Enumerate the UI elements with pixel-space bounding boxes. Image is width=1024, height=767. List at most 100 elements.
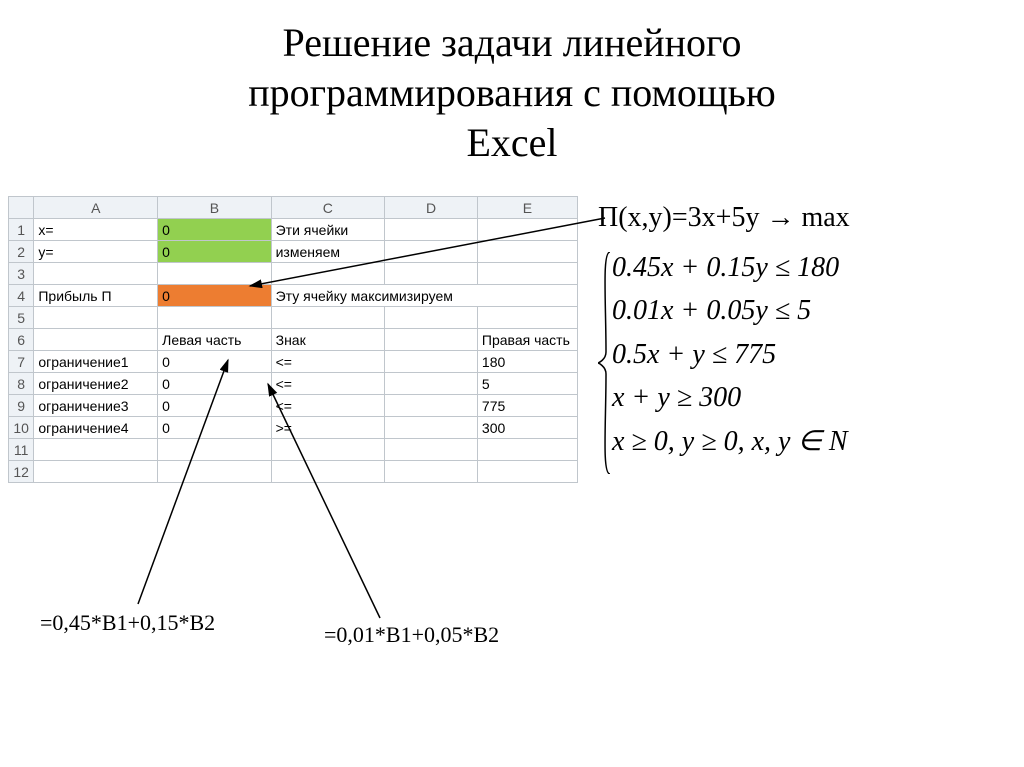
cell[interactable]	[477, 219, 577, 241]
constraint: 0.01x + 0.05y ≤ 5	[612, 289, 848, 332]
objective-max: max	[801, 202, 849, 233]
row-header[interactable]: 9	[9, 395, 34, 417]
cell[interactable]	[385, 417, 478, 439]
cell[interactable]	[34, 263, 158, 285]
cell[interactable]	[385, 461, 478, 483]
cell[interactable]: Эти ячейки	[271, 219, 384, 241]
table-row: 12	[9, 461, 578, 483]
table-row: 8ограничение20<= 5	[9, 373, 578, 395]
cell[interactable]: 775	[477, 395, 577, 417]
title-line: Решение задачи линейного	[283, 20, 742, 65]
cell[interactable]: 0	[158, 219, 271, 241]
row-header[interactable]: 6	[9, 329, 34, 351]
cell[interactable]	[271, 307, 384, 329]
row-header[interactable]: 12	[9, 461, 34, 483]
cell[interactable]	[271, 439, 384, 461]
cell[interactable]: ограничение1	[34, 351, 158, 373]
cell[interactable]	[34, 329, 158, 351]
cell[interactable]	[158, 263, 271, 285]
cell[interactable]	[385, 241, 478, 263]
cell[interactable]	[385, 395, 478, 417]
arrow-icon: →	[759, 202, 801, 233]
cell[interactable]	[385, 329, 478, 351]
cell[interactable]	[477, 461, 577, 483]
cell[interactable]: изменяем	[271, 241, 384, 263]
cell[interactable]	[477, 263, 577, 285]
cell[interactable]	[271, 263, 384, 285]
cell[interactable]	[477, 439, 577, 461]
brace-icon	[598, 252, 612, 474]
cell[interactable]: 0	[158, 373, 271, 395]
cell[interactable]	[34, 307, 158, 329]
cell[interactable]: 300	[477, 417, 577, 439]
table-row: 2y=0изменяем	[9, 241, 578, 263]
cell[interactable]	[385, 263, 478, 285]
cell[interactable]	[385, 351, 478, 373]
cell[interactable]: x=	[34, 219, 158, 241]
table-row: 6 Левая частьЗнак Правая часть	[9, 329, 578, 351]
col-header[interactable]: A	[34, 197, 158, 219]
row-header[interactable]: 5	[9, 307, 34, 329]
table-row: 4Прибыль П0Эту ячейку максимизируем	[9, 285, 578, 307]
col-header[interactable]: B	[158, 197, 271, 219]
cell[interactable]: ограничение3	[34, 395, 158, 417]
cell[interactable]: Эту ячейку максимизируем	[271, 285, 577, 307]
cell[interactable]	[477, 241, 577, 263]
cell[interactable]: 5	[477, 373, 577, 395]
table-row: 11	[9, 439, 578, 461]
cell[interactable]: >=	[271, 417, 384, 439]
constraint: 0.5x + y ≤ 775	[612, 333, 848, 376]
cell[interactable]	[158, 439, 271, 461]
table-row: 7ограничение10<= 180	[9, 351, 578, 373]
cell[interactable]: 180	[477, 351, 577, 373]
col-header[interactable]: C	[271, 197, 384, 219]
col-header[interactable]: E	[477, 197, 577, 219]
cell[interactable]	[385, 373, 478, 395]
constraint: x + y ≥ 300	[612, 376, 848, 419]
cell[interactable]: 0	[158, 417, 271, 439]
row-header[interactable]: 3	[9, 263, 34, 285]
formula-label-2: =0,01*B1+0,05*B2	[324, 622, 499, 648]
cell[interactable]: <=	[271, 373, 384, 395]
cell[interactable]	[385, 439, 478, 461]
cell[interactable]	[158, 461, 271, 483]
cell[interactable]	[34, 439, 158, 461]
cell[interactable]: <=	[271, 351, 384, 373]
row-header[interactable]: 4	[9, 285, 34, 307]
cell[interactable]: Левая часть	[158, 329, 271, 351]
slide-title: Решение задачи линейного программировани…	[0, 0, 1024, 178]
row-header[interactable]: 1	[9, 219, 34, 241]
row-header[interactable]: 10	[9, 417, 34, 439]
cell[interactable]: ограничение2	[34, 373, 158, 395]
row-header[interactable]: 8	[9, 373, 34, 395]
cell[interactable]: ограничение4	[34, 417, 158, 439]
cell[interactable]: y=	[34, 241, 158, 263]
cell[interactable]: Правая часть	[477, 329, 577, 351]
table-row: 5	[9, 307, 578, 329]
cell[interactable]: 0	[158, 241, 271, 263]
cell[interactable]	[271, 461, 384, 483]
cell[interactable]: 0	[158, 351, 271, 373]
row-header[interactable]: 7	[9, 351, 34, 373]
table-row: 9ограничение30<= 775	[9, 395, 578, 417]
corner-cell	[9, 197, 34, 219]
cell[interactable]	[385, 307, 478, 329]
cell[interactable]	[34, 461, 158, 483]
cell[interactable]: Прибыль П	[34, 285, 158, 307]
row-header[interactable]: 11	[9, 439, 34, 461]
title-line: программирования с помощью	[248, 70, 776, 115]
cell[interactable]: 0	[158, 395, 271, 417]
spreadsheet: A B C D E 1x=0Эти ячейки2y=0изменяем34Пр…	[8, 196, 578, 483]
cell[interactable]	[158, 307, 271, 329]
constraint: x ≥ 0, y ≥ 0, x, y ∈ N	[612, 420, 848, 463]
col-header[interactable]: D	[385, 197, 478, 219]
cell[interactable]: <=	[271, 395, 384, 417]
cell[interactable]: 0	[158, 285, 271, 307]
cell[interactable]	[477, 307, 577, 329]
row-header[interactable]: 2	[9, 241, 34, 263]
cell[interactable]: Знак	[271, 329, 384, 351]
cell[interactable]	[385, 219, 478, 241]
objective-text: П(x,y)=3x+5y	[598, 202, 759, 233]
spreadsheet-table: A B C D E 1x=0Эти ячейки2y=0изменяем34Пр…	[8, 196, 578, 483]
constraint: 0.45x + 0.15y ≤ 180	[612, 246, 848, 289]
